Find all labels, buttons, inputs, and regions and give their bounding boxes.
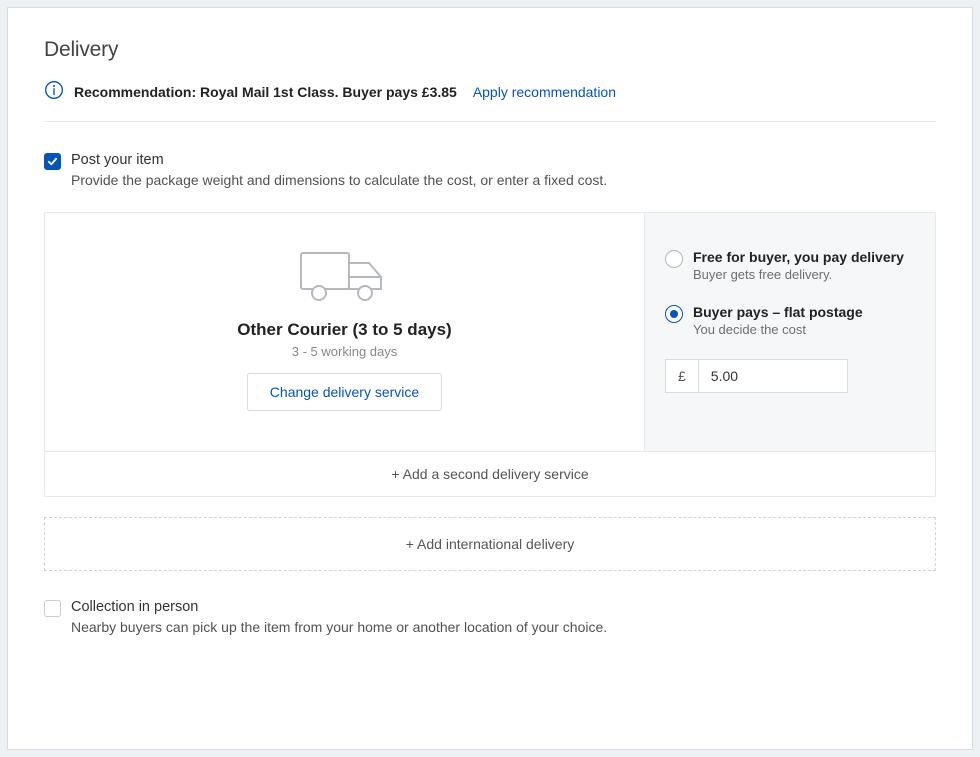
info-icon [44,80,64,103]
free-delivery-radio[interactable]: Free for buyer, you pay delivery Buyer g… [665,249,915,282]
recommendation-text: Recommendation: Royal Mail 1st Class. Bu… [74,84,457,100]
post-item-subtitle: Provide the package weight and dimension… [71,172,607,188]
collection-title: Collection in person [71,599,607,615]
recommendation-row: Recommendation: Royal Mail 1st Class. Bu… [44,80,936,122]
delivery-card: Delivery Recommendation: Royal Mail 1st … [7,7,973,750]
post-item-checkbox[interactable] [44,153,61,170]
apply-recommendation-link[interactable]: Apply recommendation [473,84,616,100]
add-second-delivery-button[interactable]: + Add a second delivery service [45,451,935,496]
post-item-option: Post your item Provide the package weigh… [44,152,936,188]
price-input-group: £ [665,359,915,393]
post-item-title: Post your item [71,152,607,168]
courier-subtitle: 3 - 5 working days [292,344,398,359]
flat-postage-subtitle: You decide the cost [693,322,863,337]
delivery-panel: Other Courier (3 to 5 days) 3 - 5 workin… [44,212,936,497]
payment-options: Free for buyer, you pay delivery Buyer g… [645,213,935,451]
add-international-delivery-button[interactable]: + Add international delivery [44,517,936,571]
collection-checkbox[interactable] [44,600,61,617]
free-delivery-subtitle: Buyer gets free delivery. [693,267,904,282]
truck-icon [299,249,391,306]
flat-postage-radio[interactable]: Buyer pays – flat postage You decide the… [665,304,915,337]
courier-summary: Other Courier (3 to 5 days) 3 - 5 workin… [45,213,645,451]
change-delivery-button[interactable]: Change delivery service [247,373,442,411]
courier-title: Other Courier (3 to 5 days) [237,320,451,340]
currency-symbol: £ [665,359,698,393]
section-title: Delivery [44,38,936,62]
collection-subtitle: Nearby buyers can pick up the item from … [71,619,607,635]
collection-option: Collection in person Nearby buyers can p… [44,599,936,635]
free-delivery-title: Free for buyer, you pay delivery [693,249,904,265]
flat-postage-title: Buyer pays – flat postage [693,304,863,320]
postage-amount-input[interactable] [698,359,848,393]
